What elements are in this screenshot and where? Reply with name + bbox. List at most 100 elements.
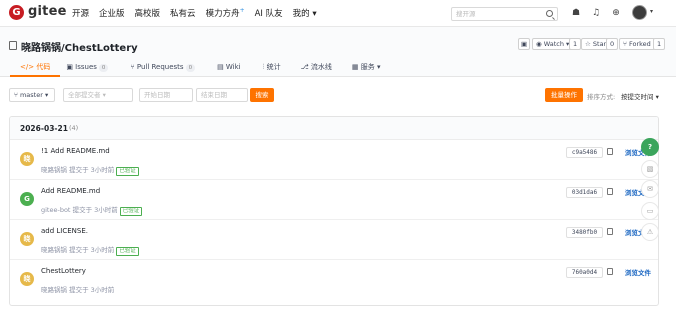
- author-avatar[interactable]: 晓: [20, 232, 34, 246]
- commit-message[interactable]: add LICENSE.: [41, 227, 88, 235]
- nav-private-cloud[interactable]: 私有云: [170, 7, 196, 19]
- commit-meta: 晓路锅锅 提交于 3小时前 已验证: [41, 164, 139, 176]
- fork-count[interactable]: 1: [653, 38, 666, 50]
- branch-select[interactable]: ⑂ master ▾: [9, 88, 55, 102]
- committer-select[interactable]: 全部提交者 ▾: [63, 88, 133, 102]
- nav-enterprise[interactable]: 企业版: [99, 7, 125, 19]
- commit-time: 提交于 3小时前: [69, 166, 115, 174]
- tab-label: ▦ 服务 ▾: [351, 63, 381, 71]
- chevron-down-icon[interactable]: ▾: [650, 8, 653, 15]
- tab-label: </> 代码: [20, 63, 51, 71]
- main-nav: 开源 企业版 高校版 私有云 模力方舟+ AI 队友 我的 ▾: [72, 7, 317, 19]
- watch-count[interactable]: 1: [569, 38, 582, 50]
- repo-header: 晓路锅锅/ChestLottery ▣ ◉ Watch ▾ 1 ☆ Star 0…: [0, 27, 676, 77]
- image-icon[interactable]: ▧: [641, 160, 659, 178]
- tab-stats[interactable]: ⫶ 统计: [251, 61, 291, 77]
- nav-moark[interactable]: 模力方舟+: [206, 7, 245, 19]
- search-button[interactable]: 搜索: [250, 88, 274, 102]
- commit-time: 提交于 3小时前: [69, 246, 115, 254]
- repo-title[interactable]: 晓路锅锅/ChestLottery: [21, 39, 138, 54]
- warning-icon[interactable]: ⚠: [641, 223, 659, 241]
- user-avatar[interactable]: [632, 5, 647, 20]
- repo-icon: [9, 41, 17, 50]
- tab-label: ⑂ Pull Requests: [130, 63, 184, 71]
- nav-mine[interactable]: 我的 ▾: [293, 7, 317, 19]
- commit-meta: 晓路锅锅 提交于 3小时前: [41, 284, 114, 294]
- end-date-input[interactable]: 结束日期: [196, 88, 248, 102]
- commit-author[interactable]: 晓路锅锅: [41, 286, 67, 294]
- nav-moark-label: 模力方舟: [205, 9, 240, 19]
- repo-tabs: </> 代码 ▣ Issues 0 ⑂ Pull Requests 0 ▤ Wiki…: [10, 61, 391, 77]
- commit-message[interactable]: ChestLottery: [41, 267, 86, 275]
- mail-icon[interactable]: ✉: [641, 180, 659, 198]
- copy-icon[interactable]: [607, 188, 613, 195]
- commit-row: 晓 add LICENSE. 晓路锅锅 提交于 3小时前 已验证 3480fb0 …: [10, 220, 658, 260]
- search-icon[interactable]: [546, 10, 553, 17]
- gitee-logo-icon[interactable]: G: [9, 5, 24, 20]
- commit-time: 提交于 3小时前: [69, 286, 115, 294]
- author-avatar[interactable]: G: [20, 192, 34, 206]
- nav-education[interactable]: 高校版: [135, 7, 161, 19]
- help-button[interactable]: ?: [641, 138, 659, 156]
- commit-row: 晓 !1 Add README.md 晓路锅锅 提交于 3小时前 已验证 c9a5…: [10, 140, 658, 180]
- nav-open-source[interactable]: 开源: [72, 7, 89, 19]
- star-count[interactable]: 0: [606, 38, 619, 50]
- sort-select[interactable]: 按提交时间 ▾: [621, 91, 659, 101]
- commit-message[interactable]: Add README.md: [41, 187, 100, 195]
- robot-icon[interactable]: ☗: [570, 7, 582, 19]
- commit-sha[interactable]: 3480fb0: [566, 227, 603, 238]
- commit-date: 2026-03-21: [20, 124, 68, 133]
- new-badge: +: [239, 7, 245, 14]
- commit-message[interactable]: !1 Add README.md: [41, 147, 110, 155]
- verified-badge: 已验证: [116, 247, 139, 256]
- brand-name[interactable]: gitee: [28, 4, 67, 19]
- bell-icon[interactable]: ♫: [590, 7, 602, 19]
- tab-label: ▣ Issues: [66, 63, 97, 71]
- top-navbar: G gitee 开源 企业版 高校版 私有云 模力方舟+ AI 队友 我的 ▾ …: [0, 0, 676, 27]
- commit-sha[interactable]: 03d1da6: [566, 187, 603, 198]
- tab-wiki[interactable]: ▤ Wiki: [205, 61, 251, 77]
- commit-author[interactable]: 晓路锅锅: [41, 246, 67, 254]
- commit-author[interactable]: gitee-bot: [41, 206, 70, 214]
- nav-ai-teammate[interactable]: AI 队友: [255, 7, 283, 19]
- repo-settings-icon[interactable]: ▣: [518, 38, 531, 50]
- verified-badge: 已验证: [116, 167, 139, 176]
- watch-button[interactable]: ◉ Watch ▾: [532, 38, 574, 50]
- search-input[interactable]: 搜开源: [451, 7, 558, 21]
- tab-label: ⫶ 统计: [262, 63, 281, 71]
- commit-row: G Add README.md gitee-bot 提交于 3小时前 已验证 03…: [10, 180, 658, 220]
- author-avatar[interactable]: 晓: [20, 152, 34, 166]
- author-avatar[interactable]: 晓: [20, 272, 34, 286]
- copy-icon[interactable]: [607, 228, 613, 235]
- commit-author[interactable]: 晓路锅锅: [41, 166, 67, 174]
- search-placeholder: 搜开源: [456, 10, 476, 18]
- batch-operation-button[interactable]: 批量操作: [545, 88, 583, 102]
- chat-icon[interactable]: ▭: [641, 202, 659, 220]
- pr-count-badge: 0: [185, 64, 196, 72]
- tab-code[interactable]: </> 代码: [10, 61, 61, 77]
- issues-count-badge: 0: [98, 64, 109, 72]
- verified-badge: 已验证: [119, 207, 143, 216]
- commit-sha[interactable]: c9a5486: [566, 147, 603, 158]
- tab-issues[interactable]: ▣ Issues 0: [60, 61, 118, 77]
- sort-label: 排序方式:: [587, 93, 616, 101]
- browse-files-link[interactable]: 浏览文件: [625, 267, 651, 277]
- commit-meta: gitee-bot 提交于 3小时前 已验证: [41, 204, 143, 216]
- commit-time: 提交于 3小时前: [72, 206, 118, 214]
- tab-services[interactable]: ▦ 服务 ▾: [342, 61, 391, 77]
- commit-count: (4): [69, 124, 79, 132]
- copy-icon[interactable]: [607, 148, 613, 155]
- commit-meta: 晓路锅锅 提交于 3小时前 已验证: [41, 244, 139, 256]
- fork-button[interactable]: ⑂ Forked: [619, 38, 655, 50]
- tab-pipeline[interactable]: ⎇ 流水线: [291, 61, 342, 77]
- start-date-input[interactable]: 开始日期: [139, 88, 193, 102]
- commit-sha[interactable]: 760a0d4: [566, 267, 603, 278]
- plus-icon[interactable]: ⊕: [610, 7, 622, 19]
- commit-list-panel: 2026-03-21 (4) 晓 !1 Add README.md 晓路锅锅 提…: [9, 116, 659, 306]
- tab-label: ⎇ 流水线: [300, 63, 332, 71]
- commit-day-header: 2026-03-21 (4): [10, 117, 658, 140]
- tab-label: ▤ Wiki: [217, 63, 241, 71]
- tab-pull-requests[interactable]: ⑂ Pull Requests 0: [118, 61, 205, 77]
- commit-row: 晓 ChestLottery 晓路锅锅 提交于 3小时前 760a0d4 浏览文…: [10, 260, 658, 300]
- copy-icon[interactable]: [607, 268, 613, 275]
